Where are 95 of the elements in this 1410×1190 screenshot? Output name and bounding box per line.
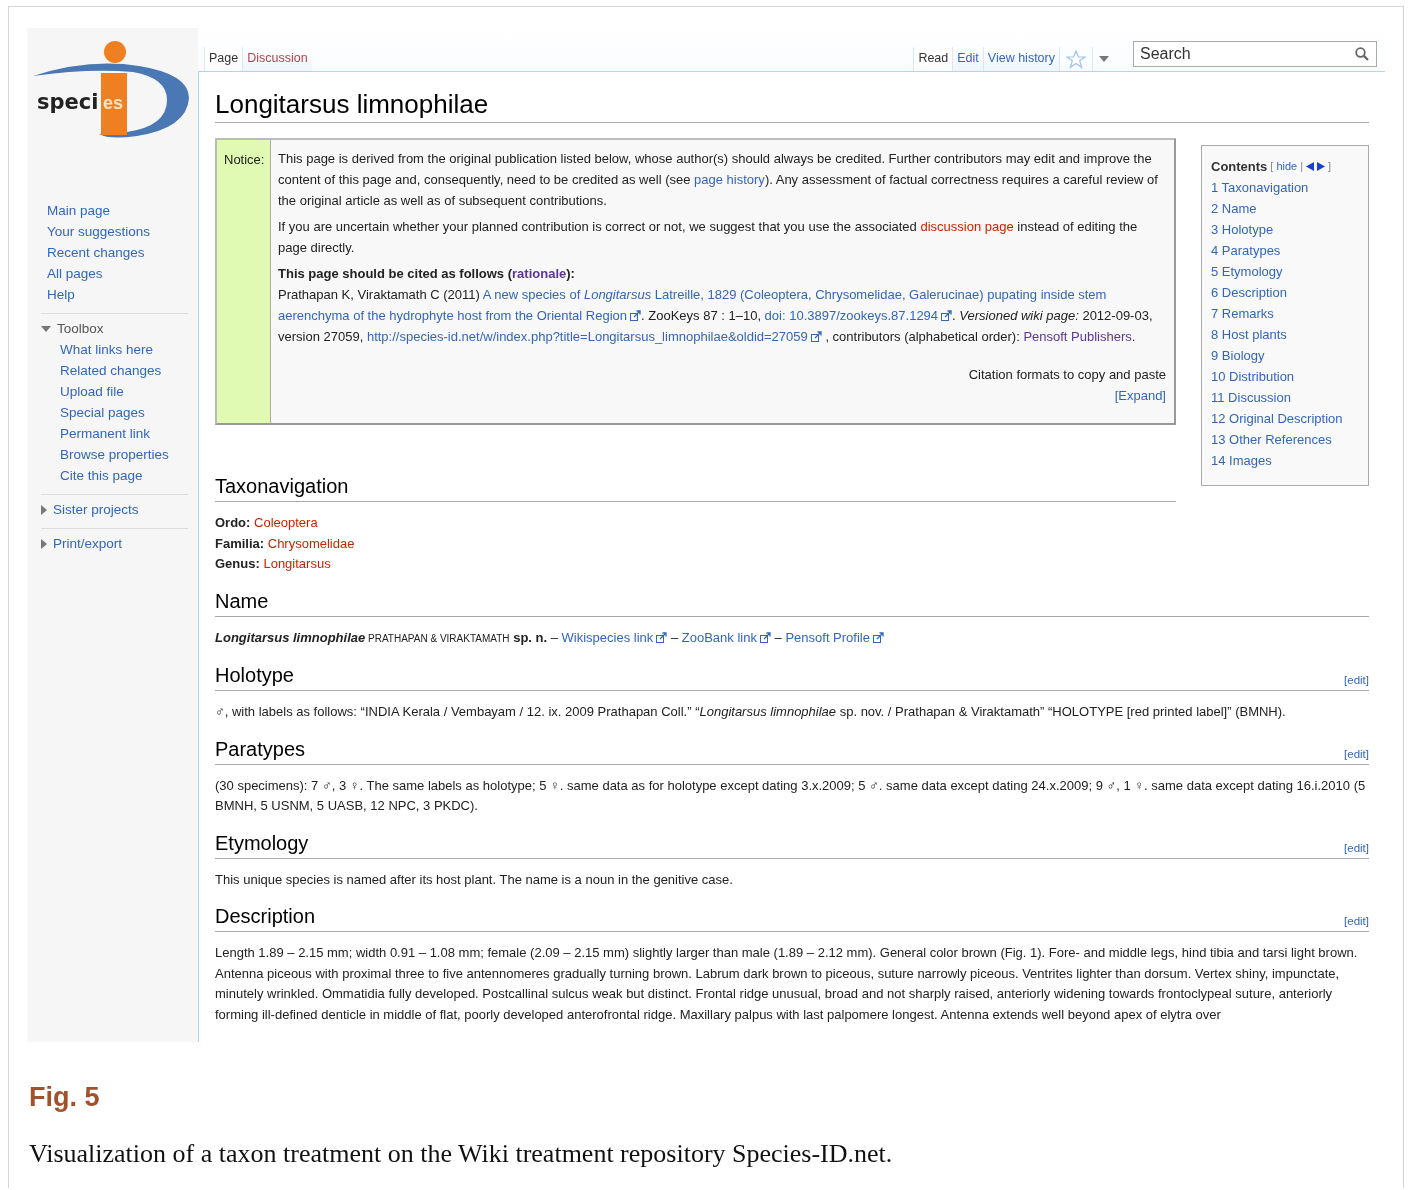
citation-heading: This page should be cited as follows (rationale): (278, 265, 576, 283)
section-heading: Taxonavigation (215, 474, 350, 499)
portlet-toggle[interactable]: Sister projects (41, 499, 139, 520)
caret-right-icon (41, 538, 47, 549)
logo-text: speci (37, 90, 99, 114)
portlet-toggle[interactable]: Print/export (41, 533, 123, 554)
edit-link[interactable]: [edit] (1344, 841, 1369, 854)
portlet-toggle[interactable]: Toolbox (41, 318, 104, 339)
toc-link[interactable]: 11 Discussion (1211, 387, 1291, 408)
caret-down-icon (41, 325, 51, 332)
external-link[interactable]: doi: 10.3897/zookeys.87.1294 (764, 308, 953, 323)
tab[interactable]: Read (913, 47, 953, 71)
section-heading: Name (215, 588, 270, 614)
page-title: Longitarsus limnophilae (215, 71, 1369, 123)
notice-text: This page is derived from the original publication listed below, whose author(s) should always be credited. Further contributors may edit and improve the content of this page and, consequently, need to be credited as well (see page history). Any assessment of factual correctness requires a careful review of the original article as well as of subsequent contributions. (278, 150, 1159, 210)
toc-link[interactable]: 2 Name (1211, 198, 1257, 219)
toc-link[interactable]: 13 Other References (1211, 429, 1332, 450)
bracket: ] (1328, 159, 1332, 174)
toc-link[interactable]: 7 Remarks (1211, 303, 1274, 324)
external-link-icon (872, 631, 884, 643)
sidebar-link[interactable]: What links here (60, 339, 154, 360)
figure-label: Fig. 5 (29, 1082, 101, 1113)
separator: | (1300, 159, 1304, 174)
logo-text: es (103, 93, 124, 113)
figure-caption: Visualization of a taxon treatment on the Wiki treatment repository Species-ID.net. (29, 1139, 894, 1169)
section-heading: Holotype (215, 663, 295, 688)
sidebar-link[interactable]: Recent changes (47, 242, 145, 263)
edit-link[interactable]: [edit] (1344, 674, 1369, 686)
sidebar-link[interactable]: Main page (47, 200, 111, 221)
taxon-link[interactable]: Chrysomelidae (267, 535, 355, 551)
toc-link[interactable]: 10 Distribution (1211, 366, 1295, 387)
sidebar-link[interactable]: Cite this page (60, 465, 143, 486)
external-link[interactable]: http://species-id.net/w/index.php?title=Longitarsus_limnophilae&oldid=27059 (366, 329, 822, 344)
expand-link[interactable]: [Expand] (1114, 385, 1166, 406)
search-field[interactable]: Search (1133, 41, 1377, 67)
link[interactable]: Pensoft Publishers (1023, 329, 1132, 344)
external-link-icon (941, 310, 953, 321)
sidebar-link[interactable]: Your suggestions (47, 221, 151, 242)
edit-link[interactable]: [edit] (1344, 915, 1369, 927)
toc-link[interactable]: 14 Images (1211, 450, 1272, 471)
section-heading: Description (215, 904, 317, 929)
taxon-row-text: Genus: Longitarsus (215, 555, 332, 573)
caret-right-icon (41, 504, 47, 515)
external-link-icon (630, 310, 642, 321)
section-text: (30 specimens): 7 ♂, 3 ♀. The same labels as holotype; 5 ♀. same data as for holotype except dating 3.x.2009; 5 ♂. same data except dating 24.x.2009; 9 ♂, 1 ♀. same data except dating 16.i.2010 (5 BMNH, 5 USNM, 5 UASB, 12 NPC, 3 PKDC). (215, 776, 1367, 815)
external-link[interactable]: Pensoft Profile (785, 629, 884, 645)
toc-link[interactable]: 9 Biology (1211, 345, 1265, 366)
sidebar-link[interactable]: Special pages (60, 402, 145, 423)
toc-link[interactable]: 6 Description (1211, 282, 1287, 303)
external-link[interactable]: ZooBank link (681, 629, 771, 645)
toc-title: Contents (1211, 158, 1268, 176)
toc-link[interactable]: 5 Etymology (1211, 261, 1283, 282)
right-arrow-icon[interactable] (1317, 162, 1326, 171)
taxon-row-text: Ordo: Coleoptera (215, 514, 319, 532)
link[interactable]: page history (694, 172, 765, 187)
tab[interactable]: Page (204, 47, 243, 71)
tab[interactable]: View history (982, 47, 1059, 71)
external-link-icon (759, 631, 771, 643)
bracket: [ (1270, 159, 1274, 174)
section-text: Length 1.89 – 2.15 mm; width 0.91 – 1.08 mm; female (2.09 – 2.15 mm) slightly larger than male (1.89 – 2.12 mm). General color brown (Fig. 1). Fore- and middle legs, hind tibia and tarsi light brown. Antenna piceous with proximal three to five antennomeres gradually turning brown. Labrum dark brown to piceous, suture narrowly piceous. Ventrites lighter than dorsum. Vertex shiny, impunctate, minutely wrinkled. Ommatidia fully developed. Postcallinal sulcus weak but distinct. Frontal ridge unusual, broad and not sharply raised, anteriorly widening towards frontoclypeal suture, anteriorly forming ill-defined denticle in middle of flat, poorly developed anterofrontal ridge. Maxillary palpus with last palpomere longest. Antenna extends well beyond apex of elytra over (215, 944, 1359, 1024)
section-text: This unique species is named after its host plant. The name is a noun in the genitive case. (215, 870, 734, 889)
toc-link[interactable]: 3 Holotype (1211, 219, 1274, 240)
external-link[interactable]: aerenchyma of the hydrophyte host from the Oriental Region (278, 308, 642, 323)
section-text: ♂, with labels as follows: “INDIA Kerala / Vembayam / 12. ix. 2009 Prathapan Coll.” “Longitarsus limnophilae sp. nov. / Prathapan & Viraktamath” “HOLOTYPE [red printed label]” (BMNH). (215, 703, 1287, 721)
taxon-link[interactable]: Longitarsus (263, 556, 331, 571)
toc-link[interactable]: 12 Original Description (1211, 408, 1343, 429)
sidebar-link[interactable]: Browse properties (60, 444, 169, 465)
sidebar-link[interactable]: Permanent link (60, 423, 151, 444)
hide-link[interactable]: hide (1276, 156, 1298, 177)
sidebar-link[interactable]: Help (47, 284, 75, 305)
taxon-row-text: Familia: Chrysomelidae (215, 534, 356, 553)
toc-link[interactable]: 8 Host plants (1211, 324, 1287, 345)
link[interactable]: rationale (512, 266, 567, 281)
external-link[interactable]: Wikispecies link (561, 629, 668, 645)
tab[interactable]: Discussion (242, 47, 312, 71)
toc-link[interactable]: 1 Taxonavigation (1211, 177, 1309, 198)
section-heading: Paratypes (215, 736, 307, 762)
notice-text: If you are uncertain whether your planned contribution is correct or not, we suggest that you use the associated discussion page instead of editing the page directly. (278, 218, 1139, 257)
link[interactable]: discussion page (920, 219, 1014, 234)
sidebar-link[interactable]: Related changes (60, 360, 162, 381)
external-link-icon (810, 331, 822, 342)
left-arrow-icon[interactable] (1306, 162, 1315, 171)
notice-label: Notice: (224, 152, 265, 167)
toc-link[interactable]: 4 Paratypes (1211, 240, 1281, 261)
link[interactable]: A new species of Longitarsus Latreille, 1829 (Coleoptera, Chrysomelidae, Galerucinae) pupating inside stem (482, 287, 1107, 302)
sidebar-link[interactable]: All pages (47, 263, 103, 284)
taxon-link[interactable]: Coleoptera (254, 515, 318, 530)
citation-text: Prathapan K, Viraktamath C (2011) A new species of Longitarsus Latreille, 1829 (Coleoptera, Chrysomelidae, Galerucinae) pupating inside stem aerenchyma of the hydrophyte host from the Oriental Region . ZooKeys 87 : 1–10, doi: 10.3897/zookeys.87.1294 . Versioned wiki page: 2012-09-03, version 27059, http://species-id.net/w/index.php?title=Longitarsus_limnophilae&oldid=27059 , contributors (alphabetical order): Pensoft Publishers. (278, 286, 1154, 346)
section-heading: Etymology (215, 830, 310, 856)
edit-link[interactable]: [edit] (1344, 747, 1369, 760)
sidebar-link[interactable]: Upload file (60, 381, 124, 402)
citation-formats-label: Citation formats to copy and paste (968, 366, 1166, 384)
name-text: Longitarsus limnophilae PRATHAPAN & VIRAKTAMATH sp. n. – Wikispecies link – ZooBank link – Pensoft Profile (215, 627, 1369, 649)
search-icon (1355, 47, 1369, 61)
tab[interactable]: Edit (952, 47, 983, 71)
